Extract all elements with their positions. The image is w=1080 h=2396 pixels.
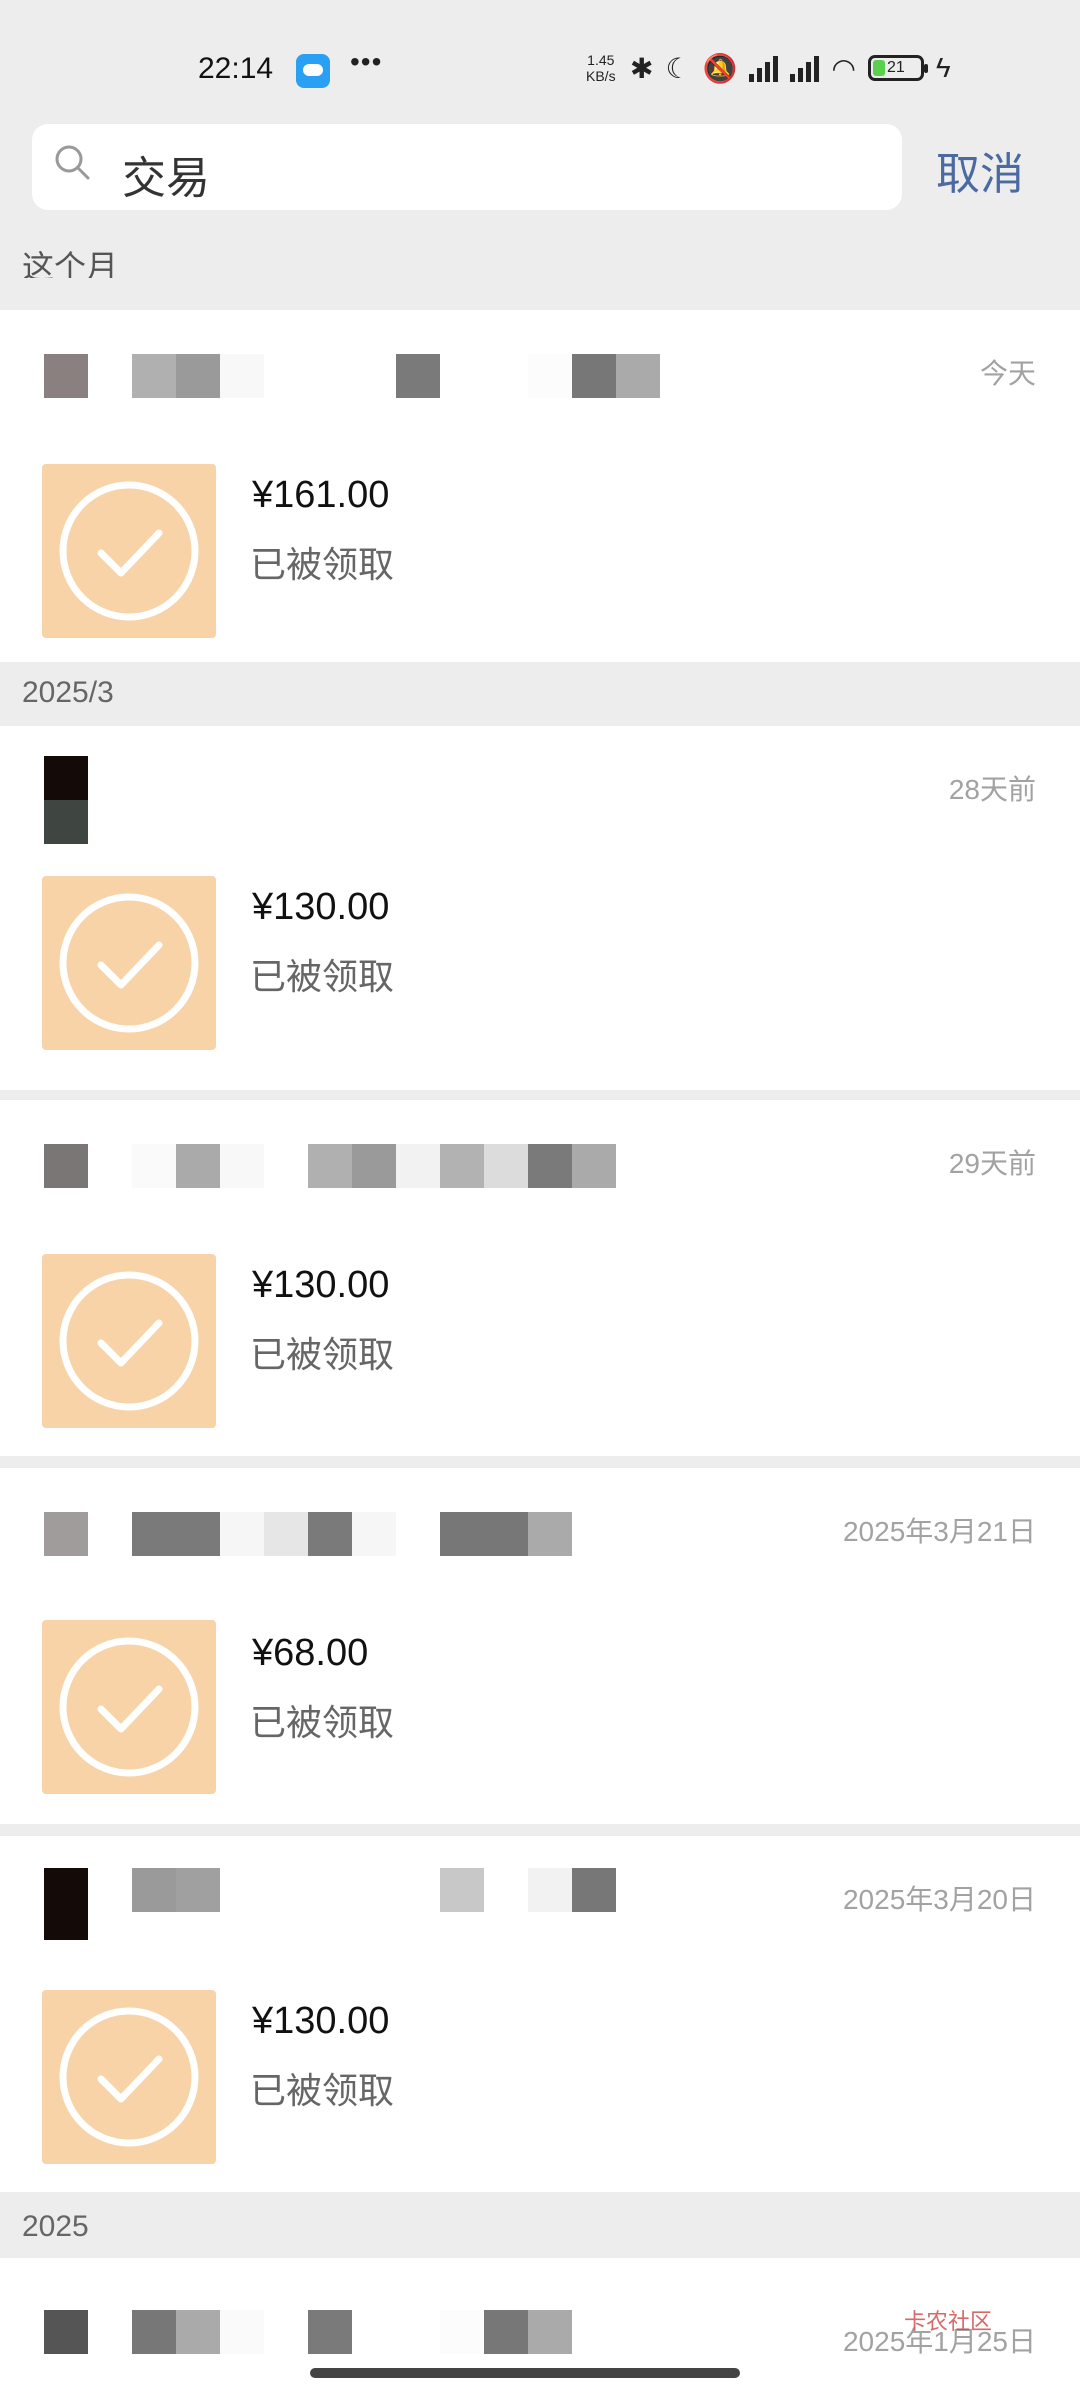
more-notifications-icon: ••• bbox=[350, 46, 383, 77]
transaction-date: 29天前 bbox=[948, 1148, 1036, 1179]
transaction-card[interactable]: 29天前 ¥130.00 已被领取 bbox=[0, 1100, 1080, 1456]
mute-bell-icon: 🔕 bbox=[702, 52, 738, 84]
transaction-status: 已被领取 bbox=[250, 1702, 395, 1743]
section-header-2025-3: 2025/3 bbox=[22, 676, 114, 709]
transaction-card[interactable]: 28天前 ¥130.00 已被领取 bbox=[0, 726, 1080, 1090]
watermark-logo: 卡农社区 bbox=[904, 2309, 993, 2334]
section-header-2025: 2025 bbox=[22, 2210, 89, 2243]
battery-icon: 21 bbox=[867, 55, 928, 81]
charging-icon: ϟ bbox=[935, 52, 951, 83]
checkmark-circle-icon bbox=[59, 481, 199, 621]
sender-name-redacted bbox=[44, 1512, 572, 1556]
search-icon bbox=[55, 145, 90, 180]
bluetooth-icon: ✱ bbox=[630, 52, 654, 84]
sender-name-redacted bbox=[44, 354, 660, 398]
transaction-date: 今天 bbox=[979, 358, 1036, 389]
signal-icon bbox=[749, 54, 779, 82]
transaction-amount: ¥68.00 bbox=[252, 1632, 369, 1674]
red-packet-icon bbox=[42, 1990, 216, 2164]
transaction-date: 2025年3月20日 bbox=[842, 1884, 1036, 1915]
status-time: 22:14 bbox=[198, 52, 274, 85]
search-input[interactable]: 交易 bbox=[32, 124, 902, 210]
status-icons: ✱ ☾ 🔕 ◠ 21 ϟ bbox=[630, 48, 951, 88]
transaction-amount: ¥130.00 bbox=[252, 1264, 390, 1306]
network-speed: 1.45 KB/s bbox=[586, 52, 616, 84]
transaction-status: 已被领取 bbox=[250, 956, 395, 997]
sender-name-redacted bbox=[44, 1868, 616, 1940]
search-query: 交易 bbox=[122, 154, 210, 203]
sender-avatar-redacted bbox=[44, 756, 88, 844]
transaction-amount: ¥130.00 bbox=[252, 2000, 390, 2042]
transaction-date: 28天前 bbox=[948, 774, 1036, 805]
cancel-button[interactable]: 取消 bbox=[936, 138, 1024, 202]
transaction-status: 已被领取 bbox=[250, 544, 395, 585]
moon-icon: ☾ bbox=[665, 52, 691, 84]
red-packet-icon bbox=[42, 876, 216, 1050]
network-speed-unit: KB/s bbox=[586, 68, 616, 84]
red-packet-icon bbox=[42, 1620, 216, 1794]
transaction-status: 已被领取 bbox=[250, 1334, 395, 1375]
signal-icon-2 bbox=[790, 54, 820, 82]
cloud-app-icon bbox=[296, 54, 330, 88]
status-bar: 22:14 ••• 1.45 KB/s ✱ ☾ 🔕 ◠ 21 ϟ bbox=[0, 0, 1080, 120]
transaction-card[interactable]: 今天 ¥161.00 已被领取 bbox=[0, 310, 1080, 662]
checkmark-circle-icon bbox=[59, 1637, 199, 1777]
transaction-amount: ¥161.00 bbox=[252, 474, 390, 516]
transaction-card[interactable]: 2025年3月20日 ¥130.00 已被领取 bbox=[0, 1836, 1080, 2192]
transaction-date: 2025年3月21日 bbox=[842, 1516, 1036, 1547]
navigation-handle[interactable] bbox=[310, 2368, 740, 2378]
transaction-status: 已被领取 bbox=[250, 2070, 395, 2111]
transaction-amount: ¥130.00 bbox=[252, 886, 390, 928]
checkmark-circle-icon bbox=[59, 1271, 199, 1411]
section-header-this-month: 这个月 bbox=[22, 249, 119, 285]
red-packet-icon bbox=[42, 464, 216, 638]
sender-name-redacted bbox=[44, 2310, 572, 2354]
transaction-card[interactable]: 2025年3月21日 ¥68.00 已被领取 bbox=[0, 1468, 1080, 1824]
battery-level: 21 bbox=[886, 59, 905, 76]
checkmark-circle-icon bbox=[59, 2007, 199, 2147]
wifi-icon: ◠ bbox=[831, 52, 856, 84]
red-packet-icon bbox=[42, 1254, 216, 1428]
sender-name-redacted bbox=[44, 1144, 616, 1188]
network-speed-value: 1.45 bbox=[587, 52, 615, 68]
checkmark-circle-icon bbox=[59, 893, 199, 1033]
